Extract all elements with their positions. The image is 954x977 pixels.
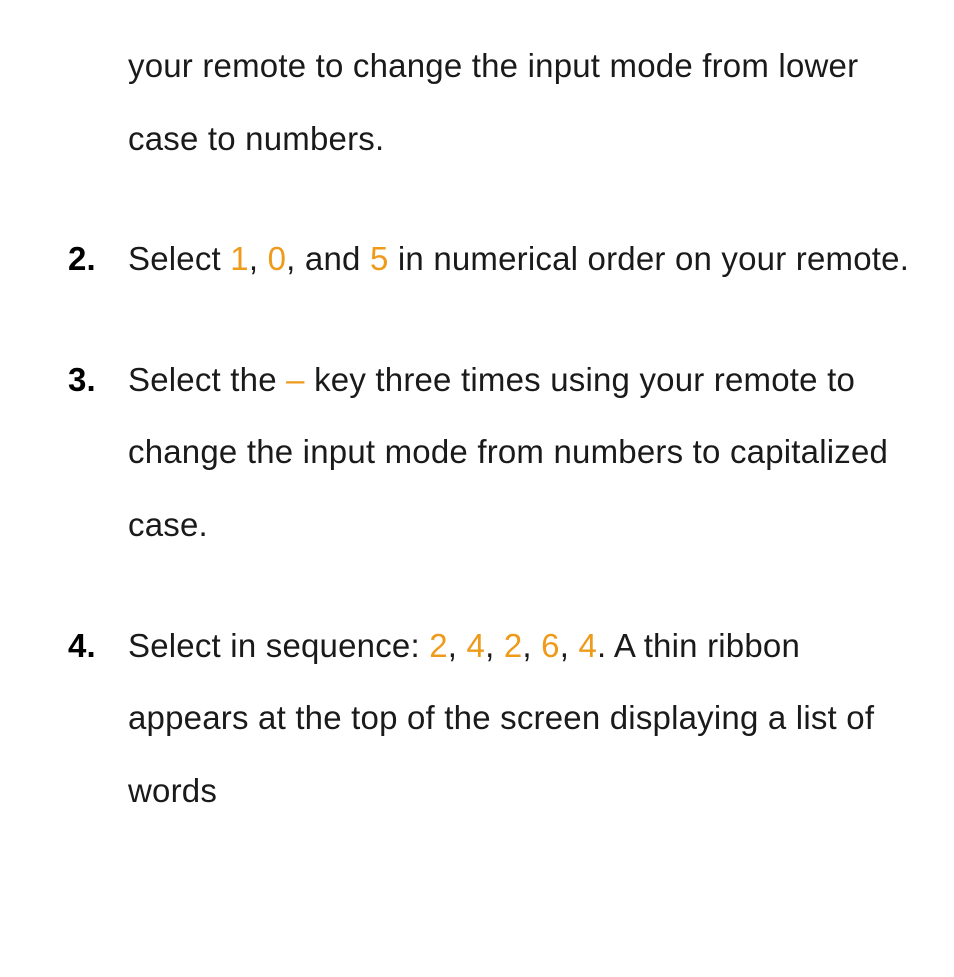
step-text-fragment: , (448, 627, 467, 664)
highlighted-number: 4 (578, 627, 597, 664)
highlighted-number: 4 (467, 627, 486, 664)
continued-paragraph: your remote to change the input mode fro… (68, 30, 914, 175)
step-text-fragment: , (560, 627, 579, 664)
step-body: Select 1, 0, and 5 in numerical order on… (128, 240, 909, 277)
dash-key-icon: – (286, 361, 305, 398)
ordered-steps-list: 2. Select 1, 0, and 5 in numerical order … (68, 223, 914, 827)
step-text-fragment: , (522, 627, 541, 664)
step-item: 4. Select in sequence: 2, 4, 2, 6, 4. A t… (68, 610, 914, 828)
step-text-fragment: Select (128, 240, 230, 277)
step-text-fragment: , (249, 240, 268, 277)
document-page: your remote to change the input mode fro… (0, 0, 954, 827)
step-number: 2. (68, 223, 96, 296)
highlighted-number: 1 (230, 240, 249, 277)
highlighted-number: 6 (541, 627, 560, 664)
step-item: 2. Select 1, 0, and 5 in numerical order … (68, 223, 914, 296)
step-body: Select the – key three times using your … (128, 361, 888, 543)
step-text-fragment: Select in sequence: (128, 627, 429, 664)
step-item: 3. Select the – key three times using you… (68, 344, 914, 562)
step-text-fragment: , (485, 627, 504, 664)
step-text-fragment: , and (286, 240, 370, 277)
highlighted-number: 2 (504, 627, 523, 664)
step-number: 3. (68, 344, 96, 417)
step-body: Select in sequence: 2, 4, 2, 6, 4. A thi… (128, 627, 874, 809)
highlighted-number: 0 (268, 240, 287, 277)
highlighted-number: 2 (429, 627, 448, 664)
step-number: 4. (68, 610, 96, 683)
step-text-fragment: Select the (128, 361, 286, 398)
step-text-fragment: in numerical order on your remote. (389, 240, 910, 277)
highlighted-number: 5 (370, 240, 389, 277)
